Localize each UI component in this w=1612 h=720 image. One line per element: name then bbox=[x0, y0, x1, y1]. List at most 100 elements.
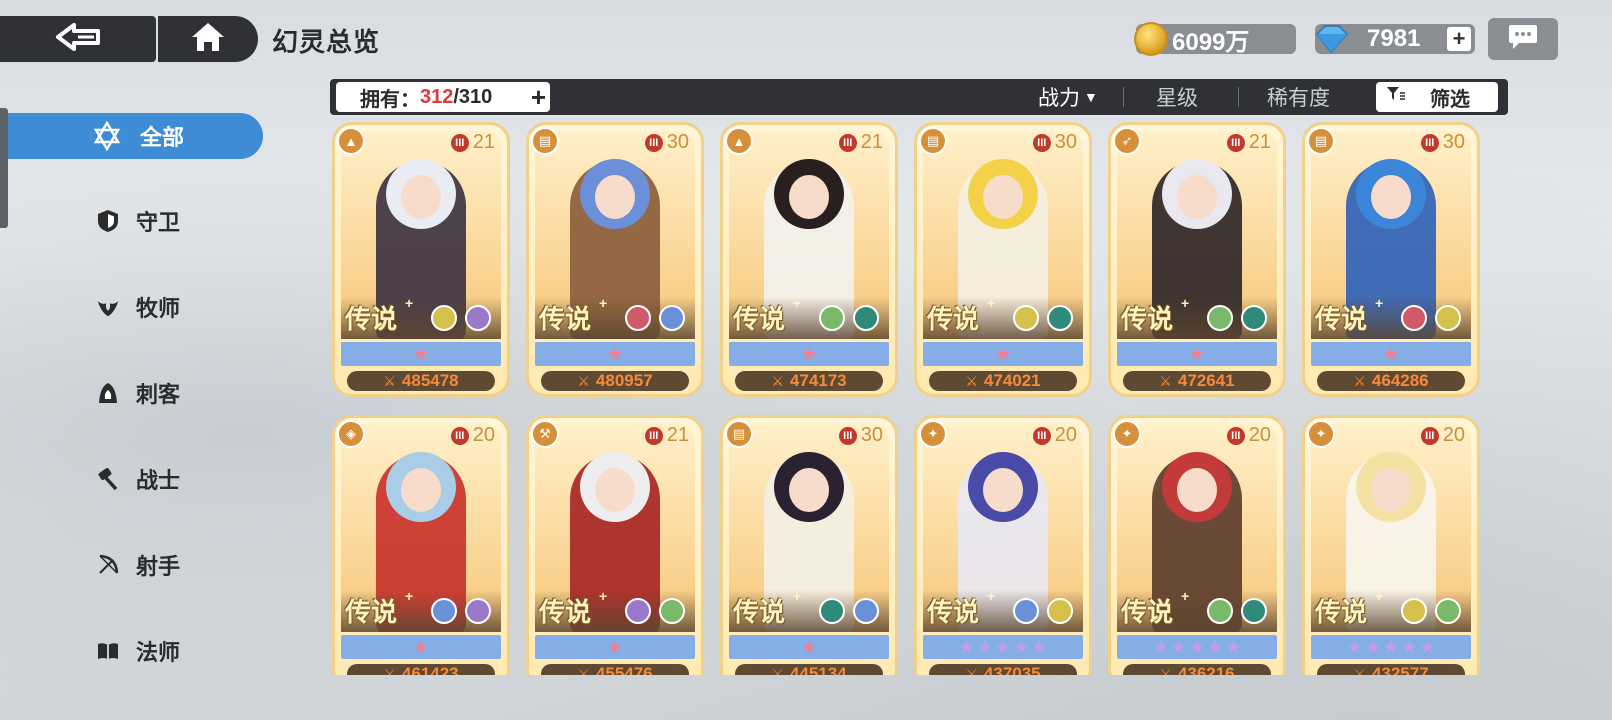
level-indicator: III 20 bbox=[1226, 424, 1271, 447]
character-card[interactable]: 传说 + ▤ III 30 ★ ⚔ 464286 bbox=[1302, 122, 1480, 397]
power-value: 485478 bbox=[401, 371, 459, 390]
chat-button[interactable] bbox=[1488, 18, 1558, 60]
character-card[interactable]: 传说 + ▲ III 21 ★ ⚔ 474173 bbox=[720, 122, 898, 397]
back-button[interactable] bbox=[0, 16, 156, 62]
character-card[interactable]: 传说 + ▤ III 30 ★ ⚔ 445134 bbox=[720, 415, 898, 675]
star-icon: ★ bbox=[800, 637, 818, 657]
sidebar-item-mage[interactable]: 法师 bbox=[40, 631, 180, 671]
add-gems-button[interactable]: + bbox=[1447, 26, 1471, 51]
sort-by-power[interactable]: 战力 ▼ bbox=[1038, 82, 1098, 112]
level-indicator: III 21 bbox=[644, 424, 689, 447]
combat-power: ⚔ 474173 bbox=[735, 371, 883, 391]
level-value: 21 bbox=[666, 424, 689, 446]
sidebar-item-warrior[interactable]: 战士 bbox=[40, 459, 180, 499]
plus-mark: + bbox=[793, 588, 802, 604]
character-card[interactable]: 传说 + ▤ III 30 ★ ⚔ 480957 bbox=[526, 122, 704, 397]
rarity-label: 传说 bbox=[927, 598, 980, 628]
sidebar-item-label: 全部 bbox=[140, 125, 185, 150]
book-icon bbox=[96, 639, 120, 663]
character-grid: 传说 + ▲ III 21 ★ ⚔ 485478 传说 + ▤ III 30 ★ bbox=[332, 122, 1492, 675]
star-icon: ★ bbox=[994, 344, 1012, 364]
crossed-swords-icon: ⚔ bbox=[1159, 372, 1172, 389]
sidebar-item-all[interactable]: 全部 bbox=[8, 113, 263, 159]
sidebar-item-label: 守卫 bbox=[136, 210, 181, 235]
star-icon: ★ bbox=[1031, 637, 1048, 657]
star-icon: ★ bbox=[1188, 344, 1206, 364]
power-value: 437035 bbox=[983, 664, 1041, 675]
level-indicator: III 20 bbox=[450, 424, 495, 447]
sidebar-item-label: 射手 bbox=[136, 554, 181, 579]
combat-power: ⚔ 472641 bbox=[1123, 371, 1271, 391]
character-card[interactable]: 传说 + ✦ III 20 ★ ★ ★ ★ ★ ⚔ 436216 bbox=[1108, 415, 1286, 675]
level-bars-icon: III bbox=[1420, 426, 1439, 445]
plus-mark: + bbox=[599, 588, 608, 604]
level-bars-icon: III bbox=[1226, 426, 1245, 445]
plus-mark: + bbox=[1181, 295, 1190, 311]
element-icon bbox=[1241, 305, 1267, 331]
bow-icon: ➶ bbox=[1113, 127, 1141, 155]
owned-label: 拥有： bbox=[360, 88, 420, 111]
level-indicator: III 30 bbox=[1032, 131, 1077, 154]
level-indicator: III 20 bbox=[1032, 424, 1077, 447]
star-rating: ★ bbox=[1311, 342, 1471, 366]
plus-mark: + bbox=[405, 295, 414, 311]
hood-icon: ▲ bbox=[725, 127, 753, 155]
level-bars-icon: III bbox=[1032, 133, 1051, 152]
star-rating: ★ bbox=[341, 635, 501, 659]
sort-by-rarity[interactable]: 稀有度 bbox=[1267, 82, 1330, 112]
home-icon bbox=[190, 21, 226, 58]
star-icon: ★ bbox=[1364, 637, 1381, 657]
rarity-label: 传说 bbox=[345, 598, 398, 628]
sidebar-item-archer[interactable]: 射手 bbox=[40, 545, 180, 585]
plus-mark: + bbox=[1181, 588, 1190, 604]
star-icon: ★ bbox=[412, 637, 430, 657]
sidebar-item-assassin[interactable]: 刺客 bbox=[40, 373, 180, 413]
character-card[interactable]: 传说 + ⚒ III 21 ★ ⚔ 455476 bbox=[526, 415, 704, 675]
wing-icon: ✦ bbox=[919, 420, 947, 448]
character-card[interactable]: 传说 + ◈ III 20 ★ ⚔ 461423 bbox=[332, 415, 510, 675]
sort-power-label: 战力 bbox=[1038, 87, 1080, 110]
level-bars-icon: III bbox=[644, 426, 663, 445]
star-icon: ★ bbox=[1013, 637, 1030, 657]
power-value: 455476 bbox=[595, 664, 653, 675]
rarity-label: 传说 bbox=[539, 598, 592, 628]
level-bars-icon: III bbox=[450, 426, 469, 445]
element-icon bbox=[659, 598, 685, 624]
sidebar-item-guard[interactable]: 守卫 bbox=[40, 201, 180, 241]
crossed-swords-icon: ⚔ bbox=[1159, 665, 1172, 676]
combat-power: ⚔ 455476 bbox=[541, 664, 689, 675]
star-rating: ★ bbox=[729, 635, 889, 659]
level-bars-icon: III bbox=[644, 133, 663, 152]
character-card[interactable]: 传说 + ▲ III 21 ★ ⚔ 485478 bbox=[332, 122, 510, 397]
expand-capacity-button[interactable]: + bbox=[531, 84, 546, 110]
sort-by-star[interactable]: 星级 bbox=[1156, 82, 1198, 112]
character-card[interactable]: 传说 + ➶ III 21 ★ ⚔ 472641 bbox=[1108, 122, 1286, 397]
element-icon bbox=[1013, 305, 1039, 331]
plus-mark: + bbox=[1375, 588, 1384, 604]
character-card[interactable]: 传说 + ✦ III 20 ★ ★ ★ ★ ★ ⚔ 437035 bbox=[914, 415, 1092, 675]
crossed-swords-icon: ⚔ bbox=[771, 372, 784, 389]
gem-counter: 7981 + bbox=[1315, 24, 1475, 54]
wing-icon bbox=[96, 295, 120, 319]
character-card[interactable]: 传说 + ✦ III 20 ★ ★ ★ ★ ★ ⚔ 432577 bbox=[1302, 415, 1480, 675]
star-icon: ★ bbox=[1382, 637, 1400, 657]
power-value: 445134 bbox=[789, 664, 847, 675]
filter-label: 筛选 bbox=[1430, 88, 1470, 111]
character-card[interactable]: 传说 + ▤ III 30 ★ ⚔ 474021 bbox=[914, 122, 1092, 397]
sidebar-item-label: 牧师 bbox=[136, 296, 181, 321]
sidebar-item-priest[interactable]: 牧师 bbox=[40, 287, 180, 327]
plus-mark: + bbox=[599, 295, 608, 311]
home-button[interactable] bbox=[158, 16, 258, 62]
sidebar-item-label: 刺客 bbox=[136, 382, 181, 407]
level-indicator: III 30 bbox=[1420, 131, 1465, 154]
element-icon bbox=[1047, 305, 1073, 331]
combat-power: ⚔ 437035 bbox=[929, 664, 1077, 675]
element-icon bbox=[431, 305, 457, 331]
crossed-swords-icon: ⚔ bbox=[383, 665, 396, 676]
crossed-swords-icon: ⚔ bbox=[577, 372, 590, 389]
filter-button[interactable]: 筛选 bbox=[1376, 82, 1498, 112]
power-value: 474173 bbox=[789, 371, 847, 390]
star-rating: ★ bbox=[341, 342, 501, 366]
plus-mark: + bbox=[1375, 295, 1384, 311]
back-arrow-icon bbox=[54, 21, 102, 58]
